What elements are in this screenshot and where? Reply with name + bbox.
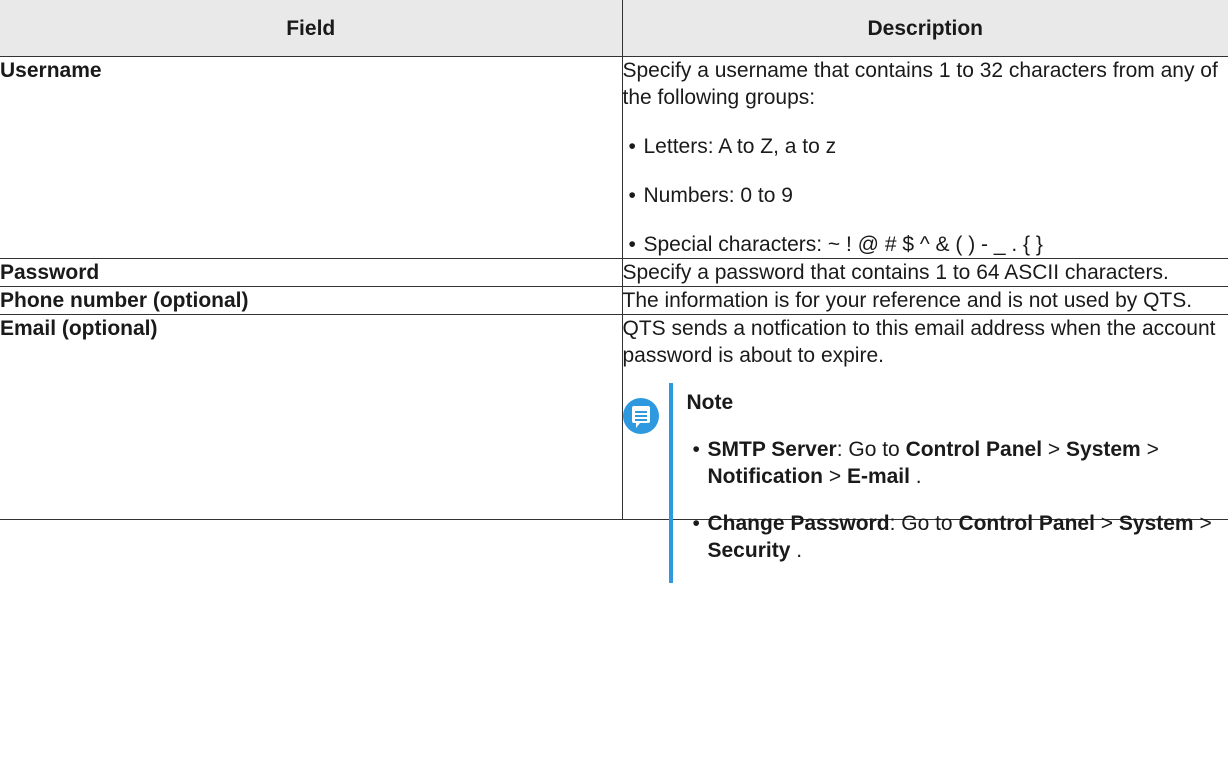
field-password: Password — [0, 258, 623, 287]
path-step: Control Panel — [958, 512, 1095, 535]
header-field: Field — [0, 0, 623, 57]
list-item-text: Letters: A to Z, a to z — [643, 135, 837, 158]
field-username: Username — [0, 56, 623, 259]
note-accent-bar — [668, 383, 673, 583]
table-row-password: Password Specify a password that contain… — [0, 258, 1228, 287]
table-row-username: Username Specify a username that contain… — [0, 56, 1228, 259]
note-item-label: Change Password — [707, 512, 890, 535]
description-email: QTS sends a notfication to this email ad… — [621, 314, 1228, 583]
description-password: Specify a password that contains 1 to 64… — [621, 258, 1228, 287]
path-step: System — [1118, 512, 1194, 535]
list-item-text: Special characters: ~ ! @ # $ ^ & ( ) - … — [643, 233, 1043, 256]
field-phone: Phone number (optional) — [0, 286, 623, 315]
path-step: E-mail — [846, 465, 910, 488]
list-item: • Letters: A to Z, a to z — [623, 133, 1228, 160]
list-item: • Numbers: 0 to 9 — [623, 182, 1228, 209]
path-step: Control Panel — [905, 438, 1043, 461]
field-email: Email (optional) — [0, 314, 623, 520]
description-username: Specify a username that contains 1 to 32… — [621, 56, 1228, 259]
description-text: QTS sends a notfication to this email ad… — [622, 317, 1216, 367]
table-header-row: Field Description — [0, 0, 1228, 57]
path-step: Security — [707, 539, 791, 562]
header-description: Description — [621, 0, 1228, 57]
bullet-glyph: • — [628, 184, 636, 207]
bullet-glyph: • — [692, 438, 700, 461]
path-step: System — [1066, 438, 1141, 461]
field-description-table: Field Description Username Specify a use… — [0, 0, 1228, 583]
list-item: • Special characters: ~ ! @ # $ ^ & ( ) -… — [623, 231, 1228, 258]
bullet-glyph: • — [692, 512, 700, 535]
note-callout: Note • SMTP Server: Go to Control Panel >… — [622, 383, 1228, 583]
list-item: • Change Password: Go to Control Panel > … — [692, 512, 1212, 562]
username-rules-list: • Letters: A to Z, a to z • Numbers: 0 to … — [623, 133, 1228, 258]
document-frame: Field Description Username Specify a use… — [0, 0, 1228, 763]
note-item-label: SMTP Server — [707, 438, 837, 461]
note-body: Note • SMTP Server: Go to Control Panel >… — [687, 389, 1228, 564]
note-title: Note — [686, 391, 734, 414]
description-phone: The information is for your reference an… — [621, 286, 1228, 315]
bullet-glyph: • — [628, 135, 636, 158]
table-row-email: Email (optional) QTS sends a notfication… — [0, 314, 1228, 583]
bullet-glyph: • — [628, 233, 636, 256]
note-list: • SMTP Server: Go to Control Panel > Syst… — [687, 436, 1228, 564]
note-message-icon — [622, 398, 659, 434]
list-item-text: Numbers: 0 to 9 — [643, 184, 793, 207]
list-item: • SMTP Server: Go to Control Panel > Syst… — [692, 438, 1159, 488]
description-text: Specify a username that contains 1 to 32… — [622, 59, 1218, 109]
path-step: Notification — [707, 465, 824, 488]
table-row-phone: Phone number (optional) The information … — [0, 286, 1228, 315]
